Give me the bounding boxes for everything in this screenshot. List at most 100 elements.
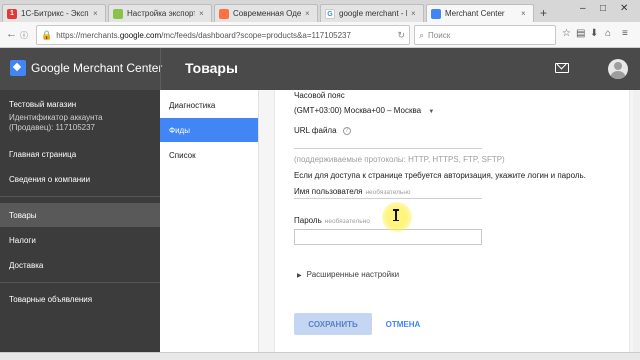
merchant-center-icon xyxy=(431,8,441,19)
reload-icon[interactable]: ↻ xyxy=(397,30,405,41)
timezone-label: Часовой пояс xyxy=(294,91,345,100)
sidebar-item-label: Налоги xyxy=(9,235,36,245)
password-input[interactable] xyxy=(294,229,482,245)
subnav-item-diagnostics[interactable]: Диагностика xyxy=(160,93,258,117)
mail-icon[interactable] xyxy=(555,63,569,73)
page-title: Товары xyxy=(185,60,238,76)
minimize-icon[interactable]: – xyxy=(580,3,586,14)
url-text: https://merchants.google.com/mc/feeds/da… xyxy=(56,30,351,40)
browser-tab[interactable]: Настройка экспорта - С × xyxy=(108,4,212,22)
sidebar-divider xyxy=(0,196,160,197)
browser-toolbar: ← ⓘ 🔒 https://merchants.google.com/mc/fe… xyxy=(0,22,640,48)
browser-tab-strip: 1 1С-Битрикс - Экспо × Настройка экспорт… xyxy=(0,0,640,22)
url-label: URL файла xyxy=(294,126,337,135)
products-subnav: Диагностика Фиды Список xyxy=(160,90,259,360)
subnav-item-label: Диагностика xyxy=(169,100,216,110)
1c-bitrix-icon: 1 xyxy=(7,8,17,19)
page-scrollbar[interactable] xyxy=(633,90,640,360)
sidebar-item-label: Доставка xyxy=(9,260,44,270)
horizontal-scrollbar[interactable] xyxy=(0,352,640,360)
subnav-item-feeds[interactable]: Фиды xyxy=(160,118,258,142)
account-id-value: (Продавец): 117105237 xyxy=(9,123,96,132)
username-label-row: Имя пользователя необязательно xyxy=(294,187,411,196)
address-bar[interactable]: 🔒 https://merchants.google.com/mc/feeds/… xyxy=(36,25,410,45)
new-tab-button[interactable]: + xyxy=(540,6,547,20)
merchant-center-logo-icon xyxy=(10,60,26,76)
timezone-select[interactable]: (GMT+03:00) Москва+00 – Москва ▼ xyxy=(294,106,434,115)
sidebar-item-shopping-ads[interactable]: Товарные объявления xyxy=(0,287,160,311)
main-sidebar: Тестовый магазин Идентификатор аккаунта … xyxy=(0,90,160,360)
subnav-item-label: Список xyxy=(169,150,196,160)
cursor-highlight xyxy=(382,202,412,232)
page-icon xyxy=(219,8,229,19)
tab-title: google merchant - П xyxy=(339,9,407,18)
username-input[interactable] xyxy=(294,198,482,199)
timezone-value: (GMT+03:00) Москва+00 – Москва xyxy=(294,106,422,115)
help-icon[interactable]: ? xyxy=(342,126,351,135)
sidebar-item-label: Главная страница xyxy=(9,149,77,159)
browser-tab[interactable]: Современная Одежда+ × xyxy=(214,4,318,22)
save-button[interactable]: СОХРАНИТЬ xyxy=(294,313,372,335)
info-icon[interactable]: ⓘ xyxy=(20,30,28,41)
dropdown-arrow-icon: ▼ xyxy=(428,109,435,115)
store-name: Тестовый магазин xyxy=(9,100,77,109)
url-label-row: URL файла ? xyxy=(294,126,351,135)
star-icon[interactable]: ☆ xyxy=(562,28,571,39)
clipboard-icon[interactable]: ▤ xyxy=(576,28,585,39)
sidebar-item-label: Сведения о компании xyxy=(9,174,91,184)
sidebar-item-home[interactable]: Главная страница xyxy=(0,142,160,166)
close-tab-icon[interactable]: × xyxy=(305,9,313,18)
tab-title: Настройка экспорта - С xyxy=(127,9,195,18)
password-optional-hint: необязательно xyxy=(324,218,370,225)
subnav-item-label: Фиды xyxy=(169,125,190,135)
sidebar-item-label: Товарные объявления xyxy=(9,294,93,304)
advanced-settings-label: Расширенные настройки xyxy=(306,270,400,279)
close-window-icon[interactable]: ✕ xyxy=(620,3,628,14)
avatar[interactable] xyxy=(608,59,628,79)
expand-arrow-icon: ▶ xyxy=(297,273,302,279)
menu-icon[interactable]: ≡ xyxy=(622,28,628,39)
download-icon[interactable]: ⬇ xyxy=(590,28,598,39)
tab-title: 1С-Битрикс - Экспо xyxy=(21,9,89,18)
search-placeholder: Поиск xyxy=(428,30,451,40)
url-input[interactable] xyxy=(294,148,482,149)
close-tab-icon[interactable]: × xyxy=(93,9,101,18)
password-label-row: Пароль необязательно xyxy=(294,216,370,225)
app-header: Google Merchant Center Товары xyxy=(0,48,640,90)
page-icon xyxy=(113,8,123,19)
subnav-item-list[interactable]: Список xyxy=(160,143,258,167)
tab-title: Современная Одежда+ xyxy=(233,9,301,18)
browser-tab[interactable]: G google merchant - П × xyxy=(320,4,424,22)
advanced-settings-toggle[interactable]: ▶ Расширенные настройки xyxy=(297,270,399,279)
search-icon: ⌕ xyxy=(419,29,425,40)
browser-search-field[interactable]: ⌕ Поиск xyxy=(414,25,556,45)
feed-settings-card: Часовой пояс (GMT+03:00) Москва+00 – Мос… xyxy=(274,90,630,360)
sidebar-item-tax[interactable]: Налоги xyxy=(0,228,160,252)
password-label: Пароль xyxy=(294,216,322,225)
lock-icon: 🔒 xyxy=(41,29,53,40)
browser-tab-active[interactable]: Merchant Center × xyxy=(426,4,534,22)
sidebar-divider xyxy=(0,282,160,283)
cancel-button[interactable]: ОТМЕНА xyxy=(378,313,428,335)
username-optional-hint: необязательно xyxy=(365,189,411,196)
sidebar-item-products[interactable]: Товары xyxy=(0,203,160,227)
protocols-hint: (поддерживаемые протоколы: HTTP, HTTPS, … xyxy=(294,155,505,164)
app-brand[interactable]: Google Merchant Center xyxy=(31,61,162,75)
main-content: Часовой пояс (GMT+03:00) Москва+00 – Мос… xyxy=(259,90,640,360)
sidebar-item-shipping[interactable]: Доставка xyxy=(0,253,160,277)
home-icon[interactable]: ⌂ xyxy=(605,28,611,39)
sidebar-item-label: Товары xyxy=(9,210,37,220)
username-label: Имя пользователя xyxy=(294,187,363,196)
close-tab-icon[interactable]: × xyxy=(411,9,419,18)
account-id-label: Идентификатор аккаунта xyxy=(9,113,103,122)
header-divider xyxy=(160,48,161,90)
auth-note: Если для доступа к странице требуется ав… xyxy=(294,171,586,180)
maximize-icon[interactable]: □ xyxy=(600,3,606,14)
tab-title: Merchant Center xyxy=(445,9,505,18)
back-icon[interactable]: ← xyxy=(6,28,17,40)
close-tab-icon[interactable]: × xyxy=(521,9,529,18)
browser-tab[interactable]: 1 1С-Битрикс - Экспо × xyxy=(2,4,106,22)
close-tab-icon[interactable]: × xyxy=(199,9,207,18)
sidebar-item-business-info[interactable]: Сведения о компании xyxy=(0,167,160,191)
text-cursor-icon xyxy=(393,209,399,221)
